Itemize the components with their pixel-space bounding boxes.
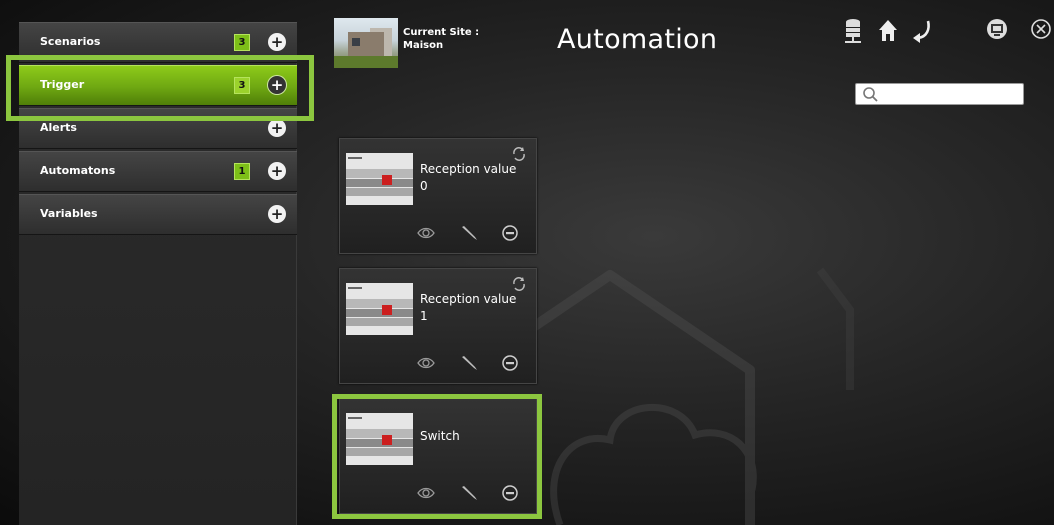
trigger-card[interactable]: Reception value 1 xyxy=(339,268,537,384)
count-badge: 3 xyxy=(234,34,250,51)
remove-minus-icon[interactable] xyxy=(501,485,519,501)
add-scenario-button[interactable]: + xyxy=(268,33,286,51)
count-badge: 3 xyxy=(234,77,250,94)
sidebar-item-trigger[interactable]: Trigger 3 + xyxy=(19,65,297,106)
sidebar: Scenarios 3 + Trigger 3 + Alerts + Autom… xyxy=(19,22,297,525)
home-icon[interactable] xyxy=(877,17,903,47)
sidebar-item-variables[interactable]: Variables + xyxy=(19,194,297,235)
sidebar-item-label: Scenarios xyxy=(40,35,101,48)
trigger-card[interactable]: Switch xyxy=(339,398,537,514)
view-eye-icon[interactable] xyxy=(417,355,435,371)
sidebar-item-label: Variables xyxy=(40,207,98,220)
sidebar-item-scenarios[interactable]: Scenarios 3 + xyxy=(19,22,297,63)
device-thumbnail xyxy=(346,283,413,335)
add-variable-button[interactable]: + xyxy=(268,205,286,223)
card-title: Switch xyxy=(420,429,460,443)
card-title: Reception value xyxy=(420,162,517,176)
card-title: Reception value xyxy=(420,292,517,306)
current-site-label: Current Site : xyxy=(403,27,480,38)
remove-minus-icon[interactable] xyxy=(501,355,519,371)
database-icon[interactable] xyxy=(843,17,869,47)
sidebar-item-label: Automatons xyxy=(40,164,116,177)
sidebar-item-automatons[interactable]: Automatons 1 + xyxy=(19,151,297,192)
sidebar-item-alerts[interactable]: Alerts + xyxy=(19,108,297,149)
remove-minus-icon[interactable] xyxy=(501,225,519,241)
edit-pencil-icon[interactable] xyxy=(460,225,478,241)
view-eye-icon[interactable] xyxy=(417,225,435,241)
count-badge: 1 xyxy=(234,163,250,180)
device-thumbnail xyxy=(346,413,413,465)
monitor-icon[interactable] xyxy=(985,17,1011,47)
sidebar-item-label: Trigger xyxy=(40,78,85,91)
trigger-card[interactable]: Reception value 0 xyxy=(339,138,537,254)
back-arrow-icon[interactable] xyxy=(910,17,936,47)
sidebar-item-label: Alerts xyxy=(40,121,77,134)
add-alert-button[interactable]: + xyxy=(268,119,286,137)
refresh-icon[interactable] xyxy=(511,276,527,292)
refresh-icon[interactable] xyxy=(511,146,527,162)
edit-pencil-icon[interactable] xyxy=(460,485,478,501)
card-value: 0 xyxy=(420,179,428,193)
search-input[interactable] xyxy=(855,83,1024,105)
edit-pencil-icon[interactable] xyxy=(460,355,478,371)
add-trigger-button[interactable]: + xyxy=(268,76,286,94)
card-value: 1 xyxy=(420,309,428,323)
app-window: Scenarios 3 + Trigger 3 + Alerts + Autom… xyxy=(0,0,1054,525)
add-automaton-button[interactable]: + xyxy=(268,162,286,180)
device-thumbnail xyxy=(346,153,413,205)
page-title: Automation xyxy=(557,24,718,55)
site-photo xyxy=(334,18,398,68)
close-icon[interactable] xyxy=(1028,17,1054,47)
view-eye-icon[interactable] xyxy=(417,485,435,501)
search-icon xyxy=(863,87,878,102)
current-site-name: Maison xyxy=(403,40,444,51)
